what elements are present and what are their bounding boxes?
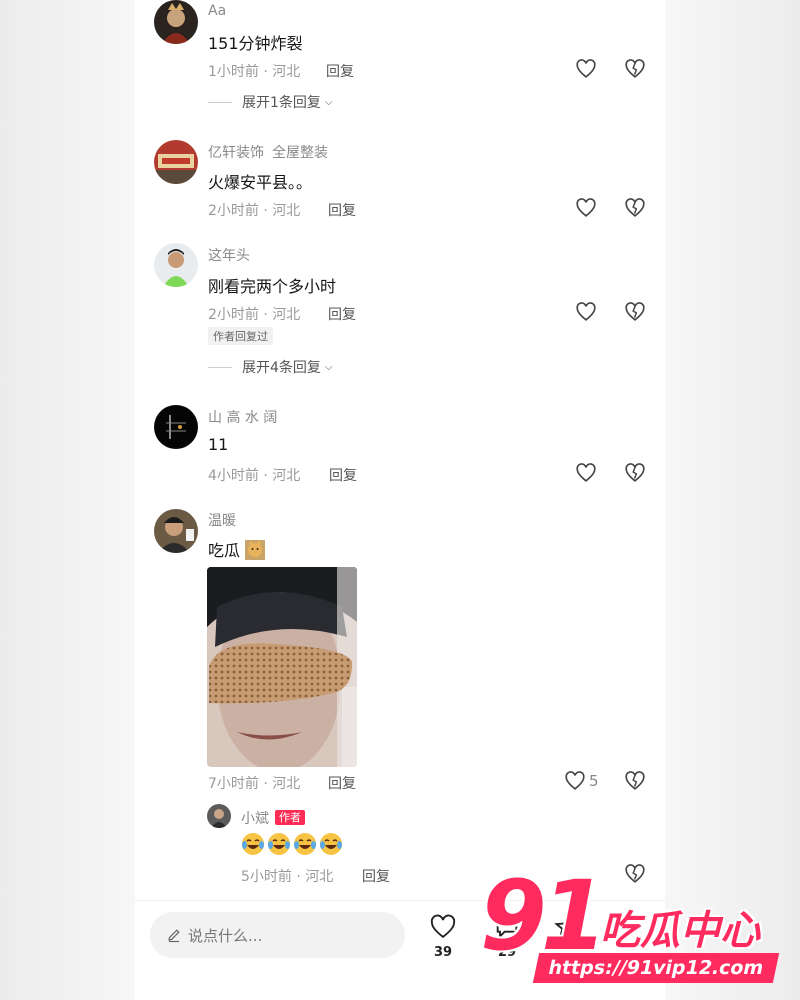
star-icon (554, 914, 580, 939)
dislike-button[interactable] (624, 58, 646, 80)
author-badge: 作者 (275, 810, 305, 825)
sub-reply-time-location: 5小时前 · 河北 (241, 869, 334, 885)
comment-username[interactable]: Aa (208, 3, 226, 19)
reply-button[interactable]: 回复 (328, 304, 356, 324)
avatar[interactable] (207, 804, 231, 828)
expand-label: 展开4条回复 (242, 360, 321, 376)
broken-heart-icon (625, 198, 645, 217)
chevron-down-icon: ⌵ (324, 361, 333, 373)
reply-button[interactable]: 回复 (326, 61, 354, 81)
expand-replies-button[interactable]: 展开4条回复 ⌵ (208, 357, 333, 377)
broken-heart-icon (625, 302, 645, 321)
pencil-icon (168, 929, 180, 943)
avatar[interactable] (154, 0, 198, 44)
broken-heart-icon (625, 864, 645, 883)
heart-icon (576, 302, 596, 321)
like-button[interactable] (575, 301, 597, 323)
heart-icon (576, 198, 596, 217)
heart-icon (576, 463, 596, 482)
like-button[interactable]: 5 (564, 770, 604, 792)
like-action[interactable]: 39 (426, 913, 460, 960)
username-tag: 全屋整装 (272, 145, 328, 161)
avatar[interactable] (154, 243, 198, 287)
author-replied-badge: 作者回复过 (208, 327, 273, 345)
sub-reply-username-text: 小斌 (241, 811, 269, 827)
like-action-count: 39 (433, 945, 453, 960)
laughing-crying-emoji (294, 833, 316, 855)
laughing-crying-emoji (320, 833, 342, 855)
laughing-crying-emoji (268, 833, 290, 855)
expand-replies-button[interactable]: 展开1条回复 ⌵ (208, 92, 333, 112)
comment-time-location: 7小时前 · 河北 (208, 776, 301, 792)
photo-face-blurred (207, 567, 357, 767)
like-button[interactable] (575, 462, 597, 484)
reply-button[interactable]: 回复 (328, 773, 356, 793)
comment-text: 11 (208, 435, 229, 454)
cat-sticker-icon (245, 540, 266, 560)
sub-reply-text (241, 832, 343, 856)
reply-button[interactable]: 回复 (329, 465, 357, 485)
comment-username[interactable]: 温暖 (208, 510, 236, 530)
like-button[interactable] (575, 197, 597, 219)
comment-action-count: 29 (497, 945, 517, 960)
divider (208, 101, 232, 103)
comment-text: 吃瓜 (208, 537, 266, 561)
comment-username[interactable]: 亿轩装饰 全屋整装 (208, 142, 328, 162)
comment-text: 火爆安平县。。 (208, 173, 313, 192)
favorite-action[interactable] (550, 913, 584, 945)
like-button[interactable] (575, 58, 597, 80)
dislike-button[interactable] (624, 462, 646, 484)
heart-icon (565, 771, 585, 790)
dislike-button[interactable] (624, 197, 646, 219)
comment-time-location: 1小时前 · 河北 (208, 64, 301, 80)
dislike-button[interactable] (624, 863, 646, 885)
comment-time-location: 2小时前 · 河北 (208, 203, 301, 219)
bottom-action-bar: 说点什么... 39 29 (135, 900, 665, 1000)
chevron-down-icon: ⌵ (324, 96, 333, 108)
comment-image[interactable] (207, 567, 357, 767)
sub-reply-username[interactable]: 小斌 作者 (241, 808, 305, 828)
avatar[interactable] (154, 405, 198, 449)
comment-action[interactable]: 29 (490, 913, 524, 960)
heart-icon (430, 914, 456, 939)
avatar[interactable] (154, 140, 198, 184)
comment-input[interactable]: 说点什么... (150, 912, 405, 958)
comment-bubble-icon (496, 917, 518, 939)
comment-text: 151分钟炸裂 (208, 34, 303, 53)
dislike-button[interactable] (624, 301, 646, 323)
comments-panel: Aa 151分钟炸裂 1小时前 · 河北 回复 展开1条回复 ⌵ 亿轩装饰 全屋整… (135, 0, 665, 1000)
reply-button[interactable]: 回复 (328, 200, 356, 220)
divider (208, 366, 232, 368)
avatar[interactable] (154, 509, 198, 553)
dislike-button[interactable] (624, 770, 646, 792)
expand-label: 展开1条回复 (242, 95, 321, 111)
comment-username-text: 亿轩装饰 (208, 145, 264, 161)
broken-heart-icon (625, 771, 645, 790)
comment-time-location: 4小时前 · 河北 (208, 468, 301, 484)
broken-heart-icon (625, 59, 645, 78)
comment-text-content: 吃瓜 (208, 541, 241, 560)
broken-heart-icon (625, 463, 645, 482)
laughing-crying-emoji (242, 833, 264, 855)
comment-time-location: 2小时前 · 河北 (208, 307, 301, 323)
reply-button[interactable]: 回复 (362, 866, 390, 886)
heart-icon (576, 59, 596, 78)
comment-text: 刚看完两个多小时 (208, 277, 337, 296)
comment-input-placeholder: 说点什么... (188, 926, 263, 945)
comment-username[interactable]: 这年头 (208, 245, 250, 265)
comment-username[interactable]: 山 高 水 阔 (208, 407, 277, 427)
like-count: 5 (589, 772, 599, 790)
